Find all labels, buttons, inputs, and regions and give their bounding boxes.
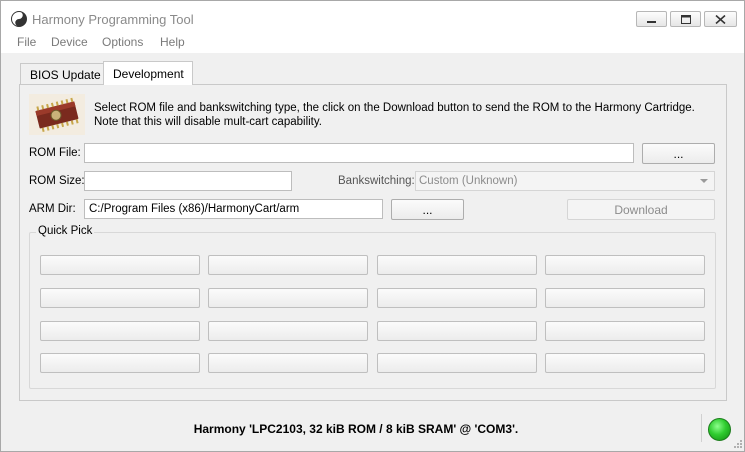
quick-pick-button[interactable] xyxy=(377,288,537,308)
instructions-text: Select ROM file and bankswitching type, … xyxy=(94,102,695,128)
minimize-button[interactable] xyxy=(636,11,667,27)
yin-yang-icon xyxy=(11,11,27,27)
tab-bios-update[interactable]: BIOS Update xyxy=(20,63,110,84)
arm-browse-button[interactable]: ... xyxy=(391,199,464,220)
quick-pick-button[interactable] xyxy=(545,255,705,275)
download-button[interactable]: Download xyxy=(567,199,715,220)
title-bar[interactable]: Harmony Programming Tool xyxy=(1,1,744,34)
device-status-text: Harmony 'LPC2103, 32 kiB ROM / 8 kiB SRA… xyxy=(193,422,519,436)
rom-size-field[interactable] xyxy=(84,171,292,191)
quick-pick-button[interactable] xyxy=(40,321,200,341)
main-window: Harmony Programming Tool File Device Opt… xyxy=(0,0,745,452)
menu-help[interactable]: Help xyxy=(160,35,185,49)
quick-pick-button[interactable] xyxy=(208,321,368,341)
quick-pick-button[interactable] xyxy=(208,288,368,308)
bankswitching-label: Bankswitching: xyxy=(338,175,415,187)
quick-pick-button[interactable] xyxy=(377,255,537,275)
menu-device[interactable]: Device xyxy=(51,35,88,49)
chevron-down-icon xyxy=(700,179,708,183)
bankswitching-select[interactable]: Custom (Unknown) xyxy=(415,171,715,191)
quick-pick-button[interactable] xyxy=(208,353,368,373)
quick-pick-button[interactable] xyxy=(208,255,368,275)
status-separator xyxy=(701,414,702,442)
rom-size-label: ROM Size: xyxy=(29,175,85,187)
quick-pick-button[interactable] xyxy=(545,321,705,341)
quick-pick-title: Quick Pick xyxy=(36,225,95,237)
quick-pick-button[interactable] xyxy=(40,288,200,308)
menu-bar: File Device Options Help xyxy=(1,34,744,53)
menu-file[interactable]: File xyxy=(17,35,36,49)
quick-pick-group: Quick Pick xyxy=(29,225,716,389)
quick-pick-button[interactable] xyxy=(545,353,705,373)
chip-icon xyxy=(29,94,85,135)
minimize-icon xyxy=(647,21,656,23)
tab-development[interactable]: Development xyxy=(103,61,193,85)
rom-browse-button[interactable]: ... xyxy=(642,143,715,164)
quick-pick-button[interactable] xyxy=(377,321,537,341)
connection-led-icon xyxy=(708,418,731,441)
menu-options[interactable]: Options xyxy=(102,35,143,49)
window-title: Harmony Programming Tool xyxy=(32,12,194,27)
close-icon xyxy=(715,15,726,24)
maximize-button[interactable] xyxy=(670,11,701,27)
rom-file-label: ROM File: xyxy=(29,147,81,159)
rom-file-input[interactable] xyxy=(84,143,634,163)
quick-pick-button[interactable] xyxy=(377,353,537,373)
arm-dir-label: ARM Dir: xyxy=(29,203,76,215)
close-button[interactable] xyxy=(704,11,737,27)
resize-grip-icon[interactable] xyxy=(733,439,743,449)
arm-dir-input[interactable]: C:/Program Files (x86)/HarmonyCart/arm xyxy=(84,199,383,219)
maximize-icon xyxy=(681,15,691,24)
bankswitching-value: Custom (Unknown) xyxy=(419,175,518,187)
quick-pick-button[interactable] xyxy=(40,353,200,373)
quick-pick-button[interactable] xyxy=(40,255,200,275)
quick-pick-button[interactable] xyxy=(545,288,705,308)
